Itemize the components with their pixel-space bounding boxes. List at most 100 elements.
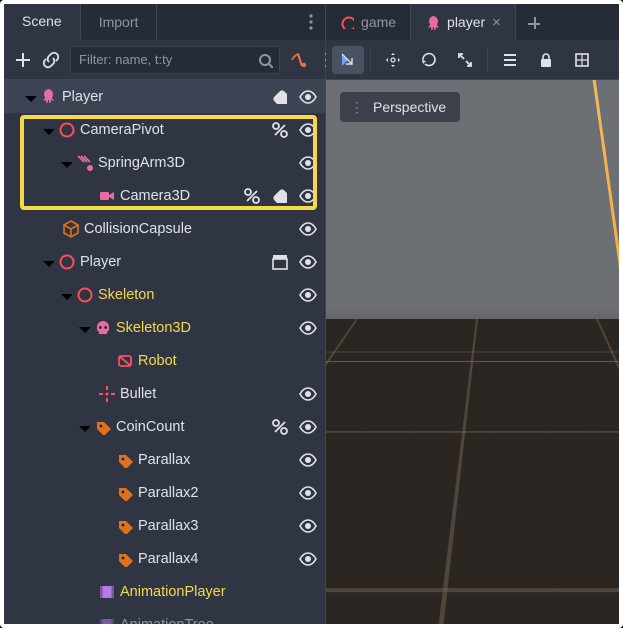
view-mode-label: Perspective (373, 99, 446, 115)
tab-more-button[interactable] (297, 4, 325, 40)
caret-icon[interactable] (58, 156, 72, 170)
filter-input[interactable] (77, 51, 257, 68)
visibility-icon[interactable] (299, 319, 317, 337)
tab-scene[interactable]: Scene (4, 4, 81, 40)
viewport-panel: game player × ⋮ Pe (326, 4, 619, 624)
scene-tree: Player CameraPivot (4, 80, 325, 624)
move-mode-button[interactable] (377, 46, 409, 74)
node-skeleton[interactable]: Skeleton (4, 278, 325, 311)
label-icon (116, 517, 134, 535)
node3d-icon (58, 253, 76, 271)
caret-icon[interactable] (58, 288, 72, 302)
visibility-icon[interactable] (299, 88, 317, 106)
visibility-icon[interactable] (299, 121, 317, 139)
node-label: AnimationTree (120, 617, 214, 625)
panel-tabs: Scene Import (4, 4, 325, 40)
tab-import-label: Import (99, 14, 139, 30)
unique-name-icon[interactable] (271, 121, 289, 139)
animationplayer-icon (98, 583, 116, 601)
visibility-icon[interactable] (299, 253, 317, 271)
visibility-icon[interactable] (299, 550, 317, 568)
caret-icon[interactable] (40, 255, 54, 269)
lock-button[interactable] (530, 46, 562, 74)
node-skeleton3d[interactable]: Skeleton3D (4, 311, 325, 344)
remote-scene-button[interactable] (290, 48, 308, 72)
scale-mode-button[interactable] (449, 46, 481, 74)
visibility-icon[interactable] (299, 154, 317, 172)
rotate-mode-button[interactable] (413, 46, 445, 74)
node-label: Skeleton3D (116, 320, 191, 336)
filter-field[interactable] (70, 46, 280, 74)
visibility-icon[interactable] (299, 418, 317, 436)
marker-icon (98, 385, 116, 403)
caret-icon[interactable] (40, 123, 54, 137)
springarm-icon (76, 154, 94, 172)
select-mode-button[interactable] (332, 46, 364, 74)
label-icon (116, 484, 134, 502)
node-parallax[interactable]: Parallax (4, 443, 325, 476)
editor-tab-add[interactable] (516, 4, 550, 40)
visibility-icon[interactable] (299, 517, 317, 535)
node3d-icon (340, 15, 354, 29)
node-label: CollisionCapsule (84, 221, 192, 237)
node-label: AnimationPlayer (120, 584, 226, 600)
animationtree-icon (98, 616, 116, 625)
unique-name-icon[interactable] (243, 187, 261, 205)
editor-tab-game[interactable]: game (326, 4, 411, 40)
label-icon (94, 418, 112, 436)
visibility-icon[interactable] (299, 484, 317, 502)
script-icon[interactable] (271, 88, 289, 106)
node-label: Parallax3 (138, 518, 198, 534)
instance-scene-button[interactable] (42, 48, 60, 72)
tab-import[interactable]: Import (81, 4, 158, 40)
editor-tab-label: game (361, 14, 396, 30)
caret-icon[interactable] (22, 90, 36, 104)
tab-scene-label: Scene (22, 13, 62, 29)
script-icon[interactable] (271, 187, 289, 205)
unique-name-icon[interactable] (271, 418, 289, 436)
visibility-icon[interactable] (299, 451, 317, 469)
node-animationplayer[interactable]: AnimationPlayer (4, 575, 325, 608)
snap-button[interactable] (566, 46, 598, 74)
close-icon[interactable]: × (492, 14, 501, 31)
viewport-3d[interactable]: ⋮ Perspective (326, 80, 619, 624)
node-robot[interactable]: Robot (4, 344, 325, 377)
node-camera-pivot[interactable]: CameraPivot (4, 113, 325, 146)
node-label: CameraPivot (80, 122, 164, 138)
caret-icon[interactable] (76, 321, 90, 335)
node-label: CoinCount (116, 419, 185, 435)
scene-tree-scroll[interactable]: Player CameraPivot (4, 80, 325, 624)
node-coincount[interactable]: CoinCount (4, 410, 325, 443)
list-select-button[interactable] (494, 46, 526, 74)
node-spring-arm[interactable]: SpringArm3D (4, 146, 325, 179)
node-player-root[interactable]: Player (4, 80, 325, 113)
node-bullet[interactable]: Bullet (4, 377, 325, 410)
view-mode-button[interactable]: ⋮ Perspective (340, 92, 460, 122)
node-parallax3[interactable]: Parallax3 (4, 509, 325, 542)
character-icon (425, 15, 440, 30)
add-node-button[interactable] (14, 48, 32, 72)
label-icon (116, 550, 134, 568)
node-collision-capsule[interactable]: CollisionCapsule (4, 212, 325, 245)
scene-instance-icon[interactable] (271, 253, 289, 271)
node-label: Parallax (138, 452, 190, 468)
visibility-icon[interactable] (299, 385, 317, 403)
node-label: Robot (138, 353, 177, 369)
node-parallax2[interactable]: Parallax2 (4, 476, 325, 509)
node-animationtree[interactable]: AnimationTree (4, 608, 325, 624)
visibility-icon[interactable] (299, 220, 317, 238)
node-player[interactable]: Player (4, 245, 325, 278)
visibility-icon[interactable] (299, 286, 317, 304)
camera-icon (98, 187, 116, 205)
visibility-icon[interactable] (299, 187, 317, 205)
node3d-icon (58, 121, 76, 139)
node-label: Player (62, 89, 103, 105)
node3d-icon (76, 286, 94, 304)
node-label: Parallax2 (138, 485, 198, 501)
mesh-placeholder-icon (116, 352, 134, 370)
skeleton-icon (94, 319, 112, 337)
node-parallax4[interactable]: Parallax4 (4, 542, 325, 575)
editor-tab-player[interactable]: player × (411, 4, 516, 40)
caret-icon[interactable] (76, 420, 90, 434)
node-camera3d[interactable]: Camera3D (4, 179, 325, 212)
